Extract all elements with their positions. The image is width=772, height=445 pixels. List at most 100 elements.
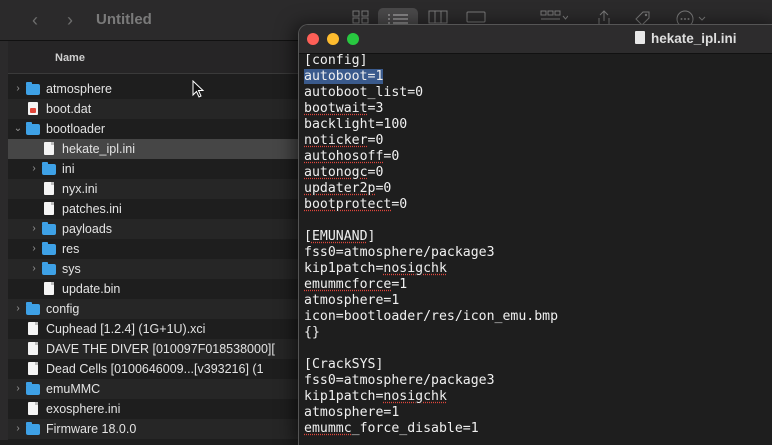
code-line[interactable]: backlight=100 <box>304 117 772 133</box>
code-line[interactable]: icon=bootloader/res/icon_emu.bmp <box>304 309 772 325</box>
close-icon[interactable] <box>307 33 319 45</box>
file-row[interactable]: update.bin <box>8 279 298 299</box>
folder-row[interactable]: › payloads <box>8 219 298 239</box>
document-icon <box>44 182 54 195</box>
misspelled-word: autonogc <box>304 165 368 180</box>
document-icon <box>44 282 54 295</box>
line-text: updater2p=0 <box>304 181 392 196</box>
code-line[interactable]: atmosphere=1 <box>304 293 772 309</box>
row-label: DAVE THE DIVER [010097F018538000][ <box>46 342 275 356</box>
row-label: Firmware 18.0.0 <box>46 422 137 436</box>
line-text: bootwait=3 <box>304 101 384 116</box>
document-icon <box>28 402 38 415</box>
code-line[interactable]: emummc_force_disable=1 <box>304 421 772 437</box>
row-label: atmosphere <box>46 82 113 96</box>
row-label: payloads <box>62 222 113 236</box>
minimize-icon[interactable] <box>327 33 339 45</box>
line-text: [config] <box>304 53 368 68</box>
folder-row[interactable]: › atmosphere <box>8 79 298 99</box>
code-line[interactable]: noticker=0 <box>304 133 772 149</box>
editor-text-area[interactable]: [config] autoboot=1 autoboot_list=0 bootwai… <box>304 53 772 437</box>
folder-row[interactable]: ⌄ bootloader <box>8 119 298 139</box>
folder-icon <box>42 262 56 275</box>
disclosure-collapsed-icon[interactable]: › <box>12 299 24 319</box>
disclosure-collapsed-icon[interactable]: › <box>28 159 40 179</box>
line-text: atmosphere=1 <box>304 293 400 308</box>
misspelled-word: emummc <box>304 421 352 436</box>
forward-icon[interactable]: › <box>60 9 80 31</box>
row-label: ini <box>62 162 75 176</box>
file-row[interactable]: DAVE THE DIVER [010097F018538000][ <box>8 339 298 359</box>
code-line[interactable]: updater2p=0 <box>304 181 772 197</box>
name-column-header[interactable]: Name <box>55 52 85 64</box>
code-line[interactable]: autohosoff=0 <box>304 149 772 165</box>
file-row[interactable]: exosphere.ini <box>8 399 298 419</box>
folder-row[interactable]: › sys <box>8 259 298 279</box>
row-label: res <box>62 242 80 256</box>
sidebar-edge <box>0 41 8 440</box>
code-line[interactable]: autonogc=0 <box>304 165 772 181</box>
row-label: exosphere.ini <box>46 402 121 416</box>
disclosure-expanded-icon[interactable]: ⌄ <box>12 119 24 139</box>
file-row[interactable]: Cuphead [1.2.4] (1G+1U).xci <box>8 319 298 339</box>
misspelled-word: emummcforce <box>304 277 392 292</box>
editor-title: hekate_ipl.ini <box>651 31 737 46</box>
misspelled-word: nosigchk <box>383 389 447 404</box>
file-row[interactable]: hekate_ipl.ini <box>8 139 298 159</box>
code-line[interactable]: autoboot_list=0 <box>304 85 772 101</box>
misspelled-word: bootprotect <box>304 197 392 212</box>
mouse-pointer-icon <box>192 80 205 98</box>
back-icon[interactable]: ‹ <box>25 9 45 31</box>
row-label: Dead Cells [0100646009...[v393216] (1 <box>46 362 264 376</box>
code-line[interactable]: [config] <box>304 53 772 69</box>
code-line[interactable]: kip1patch=nosigchk <box>304 389 772 405</box>
file-row[interactable]: boot.dat <box>8 99 298 119</box>
folder-row[interactable]: › emuMMC <box>8 379 298 399</box>
disclosure-collapsed-icon[interactable]: › <box>28 219 40 239</box>
document-icon <box>44 142 54 155</box>
folder-row[interactable]: › res <box>8 239 298 259</box>
code-line[interactable]: fss0=atmosphere/package3 <box>304 373 772 389</box>
file-list: › atmosphere boot.dat ⌄ bootloader hekate_ipl… <box>8 73 298 440</box>
line-text: kip1patch=nosigchk <box>304 261 447 276</box>
code-line[interactable]: kip1patch=nosigchk <box>304 261 772 277</box>
disclosure-collapsed-icon[interactable]: › <box>12 419 24 439</box>
zoom-icon[interactable] <box>347 33 359 45</box>
misspelled-word: EMUNAND <box>311 229 368 244</box>
selected-text: autoboot=1 <box>304 69 384 84</box>
folder-icon <box>42 162 56 175</box>
folder-icon <box>42 242 56 255</box>
row-label: sys <box>62 262 81 276</box>
document-icon <box>635 31 645 44</box>
misspelled-word: nosigchk <box>383 261 447 276</box>
folder-row[interactable]: › ini <box>8 159 298 179</box>
disclosure-collapsed-icon[interactable]: › <box>28 239 40 259</box>
line-text: {} <box>304 325 320 340</box>
code-line[interactable]: autoboot=1 <box>304 69 772 85</box>
disclosure-collapsed-icon[interactable]: › <box>12 79 24 99</box>
code-line[interactable]: emummcforce=1 <box>304 277 772 293</box>
file-row[interactable]: nyx.ini <box>8 179 298 199</box>
disclosure-collapsed-icon[interactable]: › <box>12 379 24 399</box>
code-line[interactable]: bootprotect=0 <box>304 197 772 213</box>
code-line[interactable]: fss0=atmosphere/package3 <box>304 245 772 261</box>
line-text: icon=bootloader/res/icon_emu.bmp <box>304 309 559 324</box>
code-line[interactable]: atmosphere=1 <box>304 405 772 421</box>
folder-icon <box>26 82 40 95</box>
code-line[interactable]: bootwait=3 <box>304 101 772 117</box>
folder-icon <box>26 422 40 435</box>
line-text: [EMUNAND] <box>304 229 376 244</box>
code-line[interactable] <box>304 213 772 229</box>
file-row[interactable]: patches.ini <box>8 199 298 219</box>
code-line[interactable]: {} <box>304 325 772 341</box>
document-icon <box>44 202 54 215</box>
folder-row[interactable]: › Firmware 18.0.0 <box>8 419 298 439</box>
code-line[interactable]: [CrackSYS] <box>304 357 772 373</box>
file-row[interactable]: Dead Cells [0100646009...[v393216] (1 <box>8 359 298 379</box>
disclosure-collapsed-icon[interactable]: › <box>28 259 40 279</box>
code-line[interactable]: [EMUNAND] <box>304 229 772 245</box>
code-line[interactable] <box>304 341 772 357</box>
folder-row[interactable]: › config <box>8 299 298 319</box>
row-label: config <box>46 302 80 316</box>
row-label: hekate_ipl.ini <box>62 142 135 156</box>
